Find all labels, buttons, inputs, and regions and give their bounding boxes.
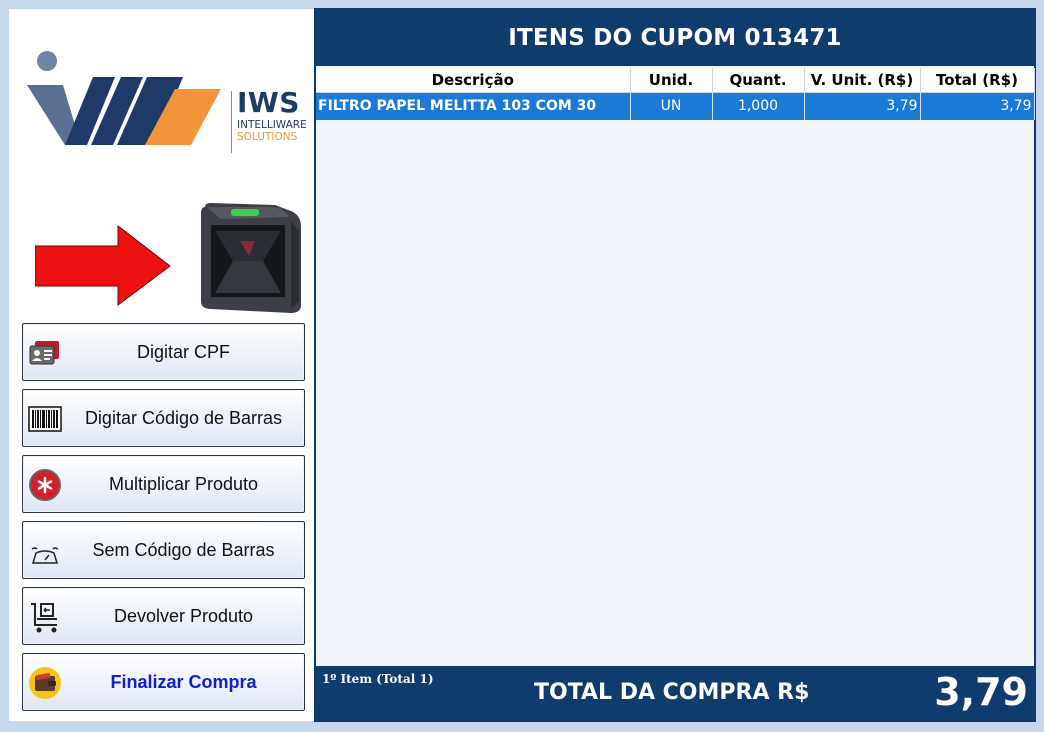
total-footer: 1º Item (Total 1) TOTAL DA COMPRA R$ 3,7… — [316, 666, 1034, 720]
barcode-icon — [27, 401, 63, 437]
scale-icon — [27, 533, 63, 569]
left-panel: IWS INTELLIWARE SOLUTIONS Digitar CPF Di… — [9, 9, 314, 721]
logo-solutions: SOLUTIONS — [237, 131, 298, 143]
finalizar-compra-button[interactable]: Finalizar Compra — [22, 653, 305, 711]
col-unid[interactable]: Unid. — [630, 68, 713, 93]
cell-total: 3,79 — [920, 92, 1035, 120]
col-v-unit[interactable]: V. Unit. (R$) — [804, 68, 921, 93]
total-value: 3,79 — [934, 670, 1028, 714]
devolver-produto-label: Devolver Produto — [113, 605, 254, 626]
total-label: TOTAL DA COMPRA R$ — [534, 680, 810, 705]
logo-iws: IWS — [237, 86, 300, 119]
finalizar-compra-label: Finalizar Compra — [110, 671, 257, 692]
col-quant[interactable]: Quant. — [712, 68, 805, 93]
cell-unid: UN — [630, 92, 713, 120]
logo-wordmark: IWS INTELLIWARE SOLUTIONS — [237, 86, 307, 144]
cupom-title: ITENS DO CUPOM 013471 — [316, 10, 1034, 66]
logo-intelliware: INTELLIWARE — [237, 119, 307, 131]
id-card-icon — [27, 335, 63, 371]
red-arrow-icon — [34, 224, 171, 306]
items-table: Descrição Unid. Quant. V. Unit. (R$) Tot… — [316, 68, 1035, 120]
cupom-panel: ITENS DO CUPOM 013471 Descrição Unid. Qu… — [314, 8, 1036, 722]
digitar-cpf-button[interactable]: Digitar CPF — [22, 323, 305, 381]
digitar-cpf-label: Digitar CPF — [136, 341, 230, 362]
table-header-row: Descrição Unid. Quant. V. Unit. (R$) Tot… — [316, 68, 1035, 93]
barcode-scanner-icon — [201, 203, 301, 313]
company-logo: IWS INTELLIWARE SOLUTIONS — [25, 45, 310, 160]
wallet-icon — [27, 665, 63, 701]
scanner-hint — [34, 201, 305, 321]
cell-descricao: FILTRO PAPEL MELITTA 103 COM 30 — [316, 92, 631, 120]
cart-return-icon — [27, 599, 63, 635]
cell-v-unit: 3,79 — [804, 92, 921, 120]
asterisk-icon — [27, 467, 63, 503]
table-row[interactable]: FILTRO PAPEL MELITTA 103 COM 30 UN 1,000… — [316, 92, 1035, 120]
logo-divider — [231, 91, 232, 153]
logo-mark — [27, 51, 221, 145]
sem-codigo-barras-button[interactable]: Sem Código de Barras — [22, 521, 305, 579]
digitar-codigo-barras-label: Digitar Código de Barras — [84, 407, 283, 428]
devolver-produto-button[interactable]: Devolver Produto — [22, 587, 305, 645]
col-total[interactable]: Total (R$) — [920, 68, 1035, 93]
item-count: 1º Item (Total 1) — [322, 672, 434, 686]
multiplicar-produto-label: Multiplicar Produto — [108, 473, 259, 494]
col-descricao[interactable]: Descrição — [316, 68, 631, 93]
cell-quant: 1,000 — [712, 92, 805, 120]
digitar-codigo-barras-button[interactable]: Digitar Código de Barras — [22, 389, 305, 447]
multiplicar-produto-button[interactable]: Multiplicar Produto — [22, 455, 305, 513]
sem-codigo-barras-label: Sem Código de Barras — [92, 539, 275, 560]
